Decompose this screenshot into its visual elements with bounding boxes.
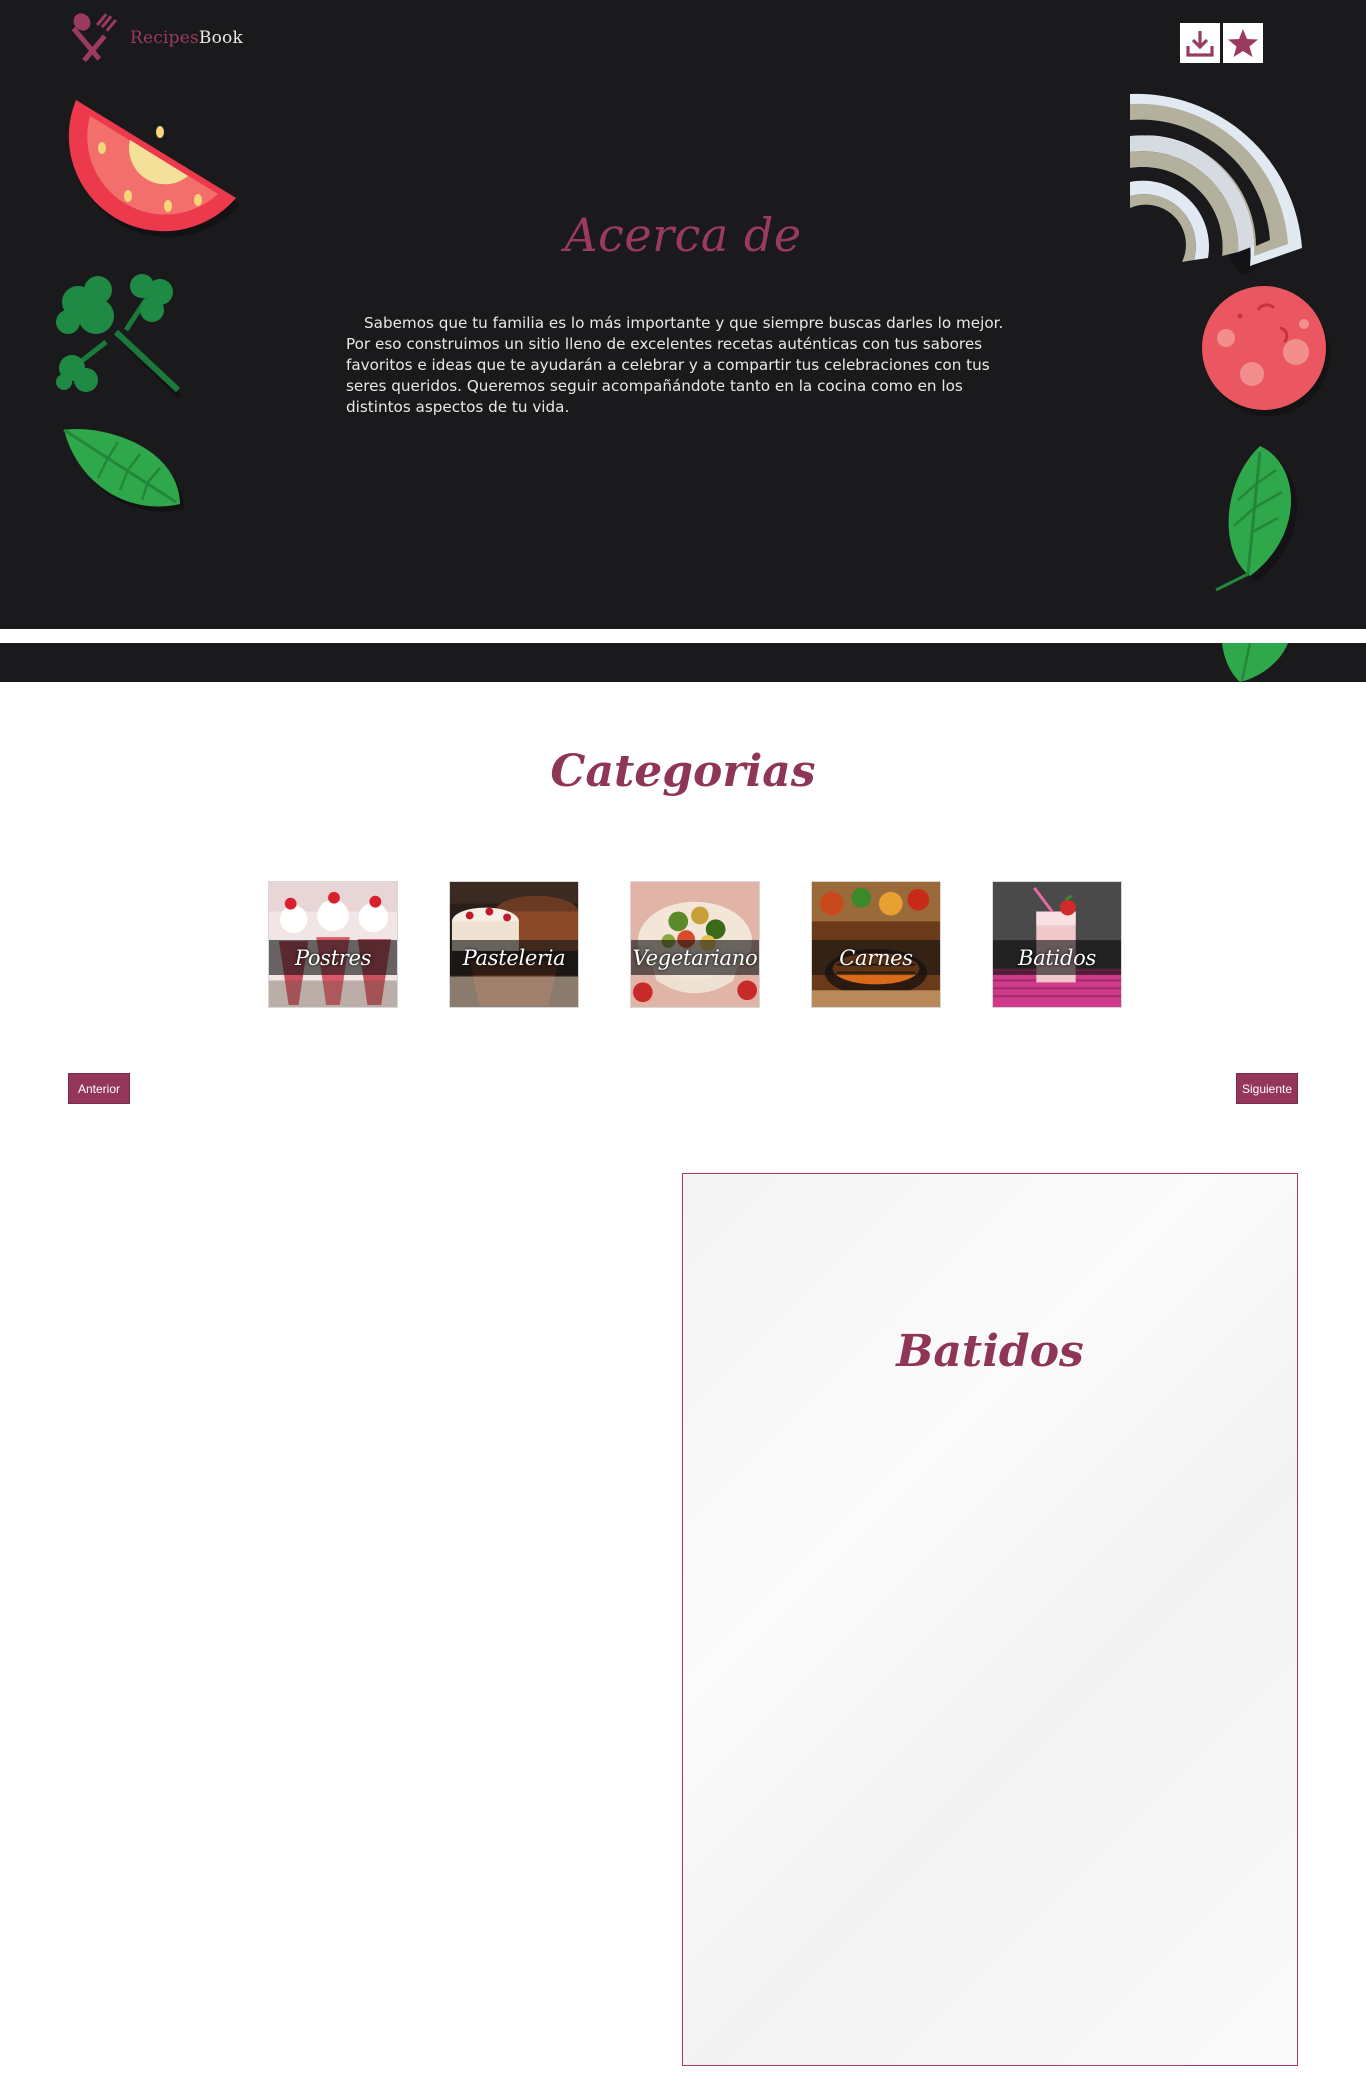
category-label: Postres (294, 945, 372, 970)
about-title: Acerca de (564, 208, 802, 262)
spinach-leaf-icon (1215, 446, 1298, 592)
favorites-button[interactable] (1223, 23, 1263, 63)
utensils-icon (71, 13, 118, 63)
next-button[interactable]: Siguiente (1236, 1073, 1298, 1104)
leaf-tip-icon (1222, 643, 1288, 682)
category-label-bar: Batidos (993, 940, 1121, 975)
category-label: Carnes (839, 945, 913, 970)
category-detail-panel: Batidos (682, 1173, 1298, 2066)
section-divider (0, 629, 1366, 643)
section-divider-band (0, 643, 1366, 682)
categories-title: Categorias (550, 746, 816, 797)
category-label-bar: Vegetariano (631, 940, 759, 975)
category-label-bar: Carnes (812, 940, 940, 975)
logo-text: RecipesBook (130, 28, 243, 48)
previous-button[interactable]: Anterior (68, 1073, 130, 1104)
about-description: Sabemos que tu familia es lo más importa… (346, 314, 1004, 416)
category-batidos[interactable]: Batidos (992, 881, 1122, 1008)
category-postres[interactable]: Postres (268, 881, 398, 1008)
category-label: Vegetariano (632, 945, 758, 970)
detail-title: Batidos (896, 1326, 1084, 1377)
category-label: Pasteleria (462, 945, 566, 970)
parsley-icon (56, 274, 183, 400)
basil-leaf-icon (63, 428, 184, 512)
about-section: RecipesBook Acerca de Sabemos que tu fam… (0, 0, 1366, 629)
category-label-bar: Postres (269, 940, 397, 975)
category-pasteleria[interactable]: Pasteleria (449, 881, 579, 1008)
star-icon (1228, 29, 1258, 57)
logo-word-recipes: Recipes (130, 28, 199, 48)
category-label: Batidos (1018, 945, 1096, 970)
category-list: Postres Pasteleria Vegetariano Carnes Ba… (268, 881, 1124, 1008)
pepperoni-icon (1202, 286, 1330, 416)
logo[interactable]: RecipesBook (66, 10, 256, 66)
category-carnes[interactable]: Carnes (811, 881, 941, 1008)
category-label-bar: Pasteleria (450, 940, 578, 975)
tomato-slice-icon (68, 100, 240, 238)
download-button[interactable] (1180, 23, 1220, 63)
category-vegetariano[interactable]: Vegetariano (630, 881, 760, 1008)
logo-word-book: Book (198, 28, 243, 48)
onion-slice-icon (1130, 93, 1302, 274)
download-icon (1186, 31, 1214, 57)
